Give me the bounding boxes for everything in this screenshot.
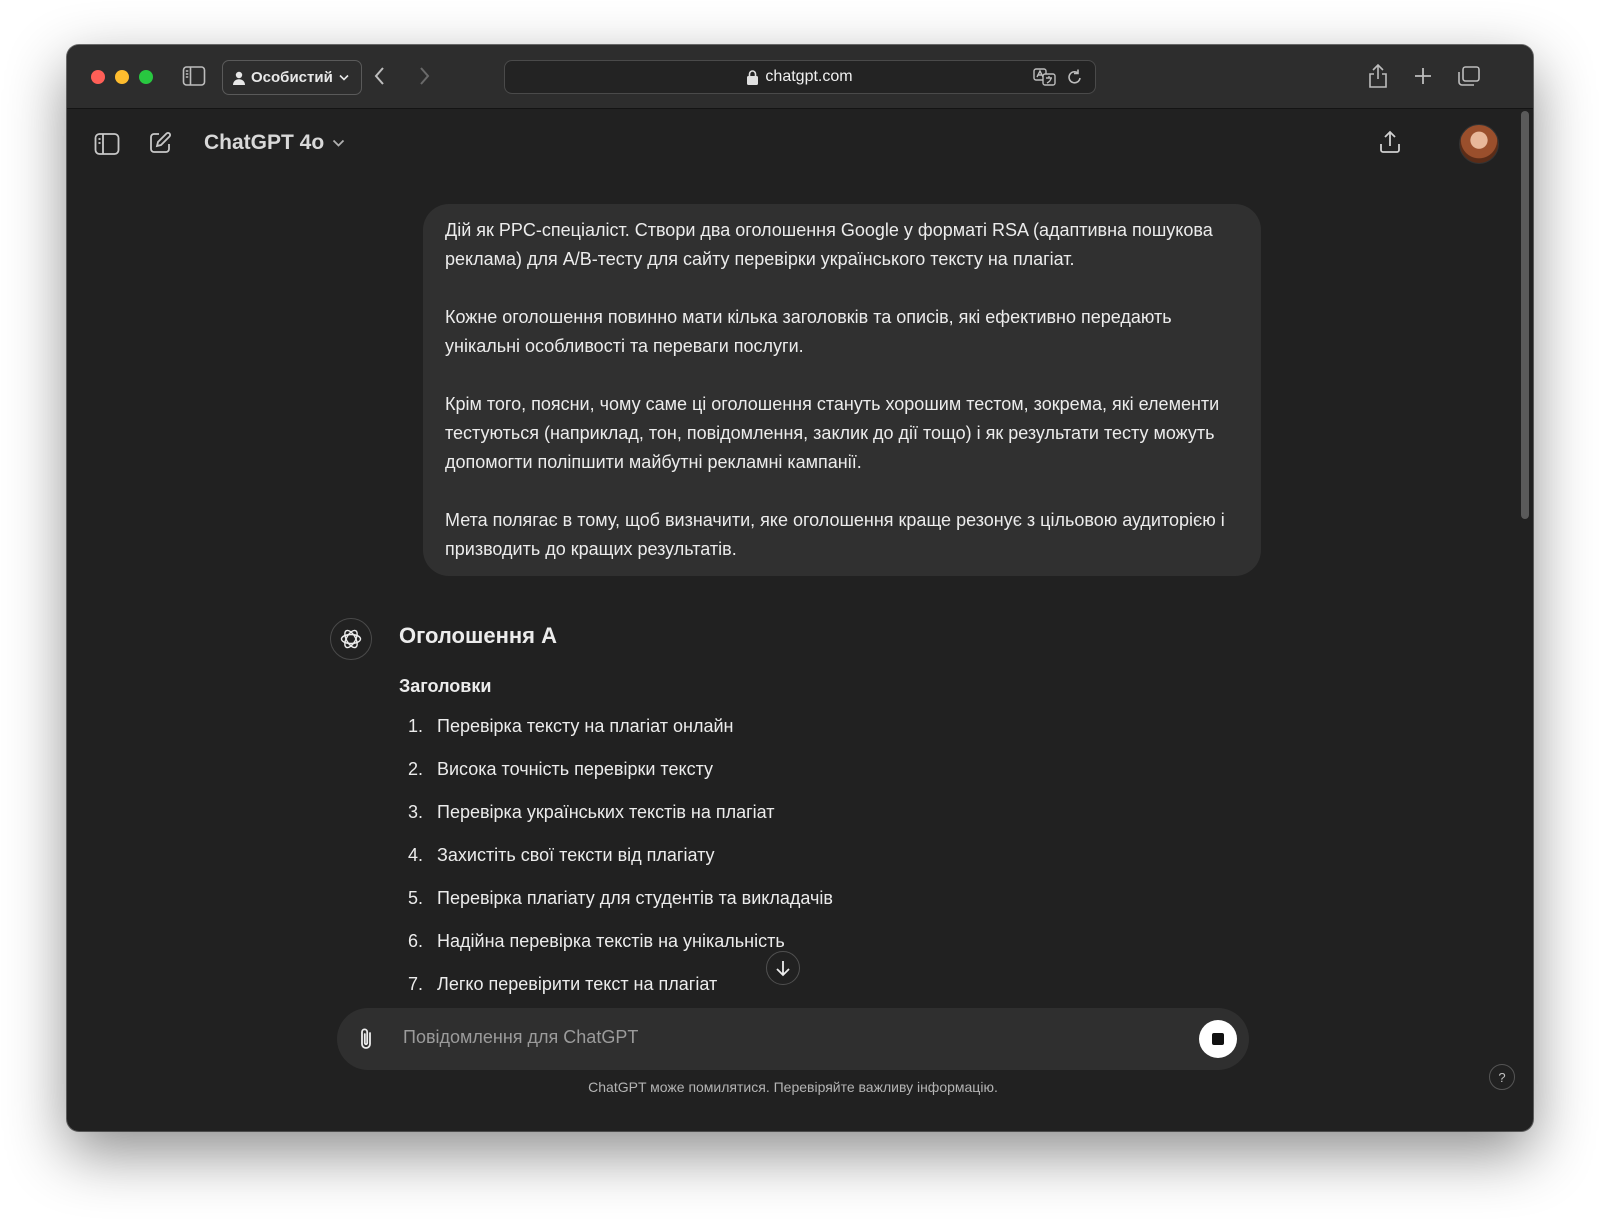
- list-item-number: 2.: [407, 759, 423, 779]
- list-item-text: Перевірка українських текстів на плагіат: [437, 802, 775, 822]
- address-bar[interactable]: chatgpt.com: [504, 60, 1096, 94]
- new-chat-icon[interactable]: [148, 131, 172, 155]
- scroll-to-bottom-button[interactable]: [766, 951, 800, 985]
- answer-heading: Оголошення A: [399, 623, 557, 648]
- list-item: 7. Легко перевірити текст на плагіат: [399, 971, 1219, 997]
- paperclip-icon[interactable]: [355, 1026, 379, 1052]
- person-icon: [233, 71, 245, 85]
- list-item-text: Легко перевірити текст на плагіат: [437, 974, 718, 994]
- chevron-down-icon: [339, 74, 349, 81]
- list-item-number: 3.: [407, 802, 423, 822]
- share-icon[interactable]: [1367, 63, 1389, 89]
- list-item: 4. Захистіть свої тексти від плагіату: [399, 842, 1219, 868]
- minimize-window-button[interactable]: [115, 70, 129, 84]
- user-message-paragraph: Кожне оголошення повинно мати кілька заг…: [445, 307, 1172, 356]
- browser-window: Особистий chatgpt.com ChatGPT 4o Дій як …: [67, 45, 1533, 1131]
- translate-icon[interactable]: [1033, 68, 1057, 91]
- tabs-overview-icon[interactable]: [1457, 65, 1481, 87]
- list-item-text: Перевірка тексту на плагіат онлайн: [437, 716, 734, 736]
- user-message: Дій як PPC-спеціаліст. Створи два оголош…: [423, 204, 1261, 576]
- list-item-number: 1.: [407, 716, 423, 736]
- reload-icon[interactable]: [1067, 68, 1083, 91]
- list-item-number: 6.: [407, 931, 423, 951]
- openai-logo-icon: [330, 618, 372, 660]
- list-item-text: Висока точність перевірки тексту: [437, 759, 714, 779]
- toggle-sidebar-icon[interactable]: [94, 132, 120, 156]
- url-text: chatgpt.com: [765, 68, 853, 85]
- chat-header: ChatGPT 4o: [67, 109, 1533, 179]
- stop-button[interactable]: [1199, 1020, 1237, 1058]
- list-item: 2. Висока точність перевірки тексту: [399, 756, 1219, 782]
- help-button[interactable]: ?: [1489, 1064, 1515, 1090]
- sidebar-icon[interactable]: [182, 65, 206, 87]
- answer-subheading: Заголовки: [399, 676, 492, 696]
- message-composer: Повідомлення для ChatGPT: [337, 1008, 1249, 1070]
- arrow-down-icon: [775, 959, 791, 977]
- list-item-number: 5.: [407, 888, 423, 908]
- user-message-paragraph: Мета полягає в тому, щоб визначити, яке …: [445, 510, 1225, 559]
- profile-button[interactable]: Особистий: [222, 60, 362, 95]
- list-item-number: 7.: [407, 974, 423, 994]
- forward-icon[interactable]: [417, 65, 431, 87]
- avatar[interactable]: [1459, 124, 1499, 164]
- profile-label: Особистий: [251, 69, 333, 86]
- message-input[interactable]: Повідомлення для ChatGPT: [403, 1027, 638, 1048]
- list-item: 6. Надійна перевірка текстів на унікальні…: [399, 928, 1219, 954]
- list-item-text: Перевірка плагіату для студентів та викл…: [437, 888, 833, 908]
- chevron-down-icon: [332, 139, 345, 147]
- list-item: 1. Перевірка тексту на плагіат онлайн: [399, 713, 1219, 739]
- list-item: 3. Перевірка українських текстів на плагі…: [399, 799, 1219, 825]
- back-icon[interactable]: [373, 65, 387, 87]
- upload-icon[interactable]: [1378, 129, 1402, 155]
- list-item-text: Захистіть свої тексти від плагіату: [437, 845, 715, 865]
- lock-icon: [747, 69, 759, 85]
- zoom-window-button[interactable]: [139, 70, 153, 84]
- headline-list: 1. Перевірка тексту на плагіат онлайн 2. В…: [399, 713, 1219, 997]
- assistant-message: Оголошення A Заголовки 1. Перевірка текст…: [399, 621, 1219, 1014]
- browser-toolbar: Особистий chatgpt.com: [67, 45, 1533, 109]
- close-window-button[interactable]: [91, 70, 105, 84]
- stop-icon: [1212, 1033, 1224, 1045]
- user-message-paragraph: Дій як PPC-спеціаліст. Створи два оголош…: [445, 220, 1213, 269]
- model-selector[interactable]: ChatGPT 4o: [204, 131, 345, 155]
- user-message-paragraph: Крім того, поясни, чому саме ці оголошен…: [445, 394, 1220, 472]
- disclaimer: ChatGPT може помилятися. Перевіряйте важ…: [588, 1079, 998, 1095]
- list-item-number: 4.: [407, 845, 423, 865]
- list-item: 5. Перевірка плагіату для студентів та ви…: [399, 885, 1219, 911]
- model-name: ChatGPT 4o: [204, 131, 325, 154]
- scrollbar[interactable]: [1521, 111, 1529, 519]
- list-item-text: Надійна перевірка текстів на унікальніст…: [437, 931, 785, 951]
- new-tab-icon[interactable]: [1413, 66, 1433, 86]
